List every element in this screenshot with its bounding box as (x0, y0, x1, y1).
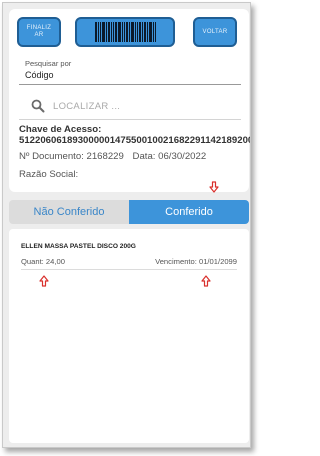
venc-value: 01/01/2099 (198, 257, 237, 266)
app-frame: FINALIZAR VOLTAR Pesquisar por Código Ch… (2, 2, 251, 448)
divider (21, 269, 237, 270)
voltar-button[interactable]: VOLTAR (193, 17, 237, 47)
item-quantity: Quant: 24,00 (21, 257, 65, 266)
divider (19, 119, 241, 120)
scan-barcode-button[interactable] (75, 17, 175, 47)
arrow-down-icon (209, 181, 219, 193)
tab-conferido[interactable]: Conferido (129, 200, 249, 224)
razao-label: Razão Social: (19, 169, 79, 180)
item-name: ELLEN MASSA PASTEL DISCO 200G (21, 243, 136, 250)
tab-bar: Não Conferido Conferido (9, 200, 249, 224)
document-info: Nº Documento: 2168229 Data: 06/30/2022 (19, 151, 206, 162)
chave-value: 5122060618930000014755001002168229114218… (19, 135, 251, 146)
data-value: 06/30/2022 (158, 151, 207, 162)
razao-social: Razão Social: (19, 169, 78, 180)
numero-value: 2168229 (86, 151, 124, 162)
voltar-label: VOLTAR (202, 28, 228, 35)
quant-value: 24,00 (45, 257, 65, 266)
barcode-icon (94, 22, 156, 42)
chave-acesso: Chave de Acesso: 51220606189300000147550… (19, 124, 250, 146)
item-vencimento: Vencimento: 01/01/2099 (127, 257, 237, 266)
search-by-label: Pesquisar por (25, 59, 72, 68)
arrow-up-icon (39, 275, 49, 287)
divider (19, 84, 241, 85)
finalizar-label: FINALIZ AR (26, 25, 52, 38)
tab-nao-conferido[interactable]: Não Conferido (9, 200, 129, 224)
arrow-up-icon (201, 275, 211, 287)
venc-label: Vencimento: (155, 257, 197, 266)
search-icon[interactable] (31, 99, 45, 113)
item-list: ELLEN MASSA PASTEL DISCO 200G Quant: 24,… (9, 229, 249, 443)
data-label: Data: (132, 151, 156, 162)
numero-label: Nº Documento: (19, 151, 84, 162)
search-input[interactable] (53, 100, 233, 113)
finalizar-button[interactable]: FINALIZ AR (17, 17, 61, 47)
chave-label: Chave de Acesso: (19, 124, 102, 135)
header-card: FINALIZAR VOLTAR Pesquisar por Código Ch… (9, 9, 250, 192)
quant-label: Quant: (21, 257, 44, 266)
search-by-select[interactable]: Código (25, 70, 54, 80)
